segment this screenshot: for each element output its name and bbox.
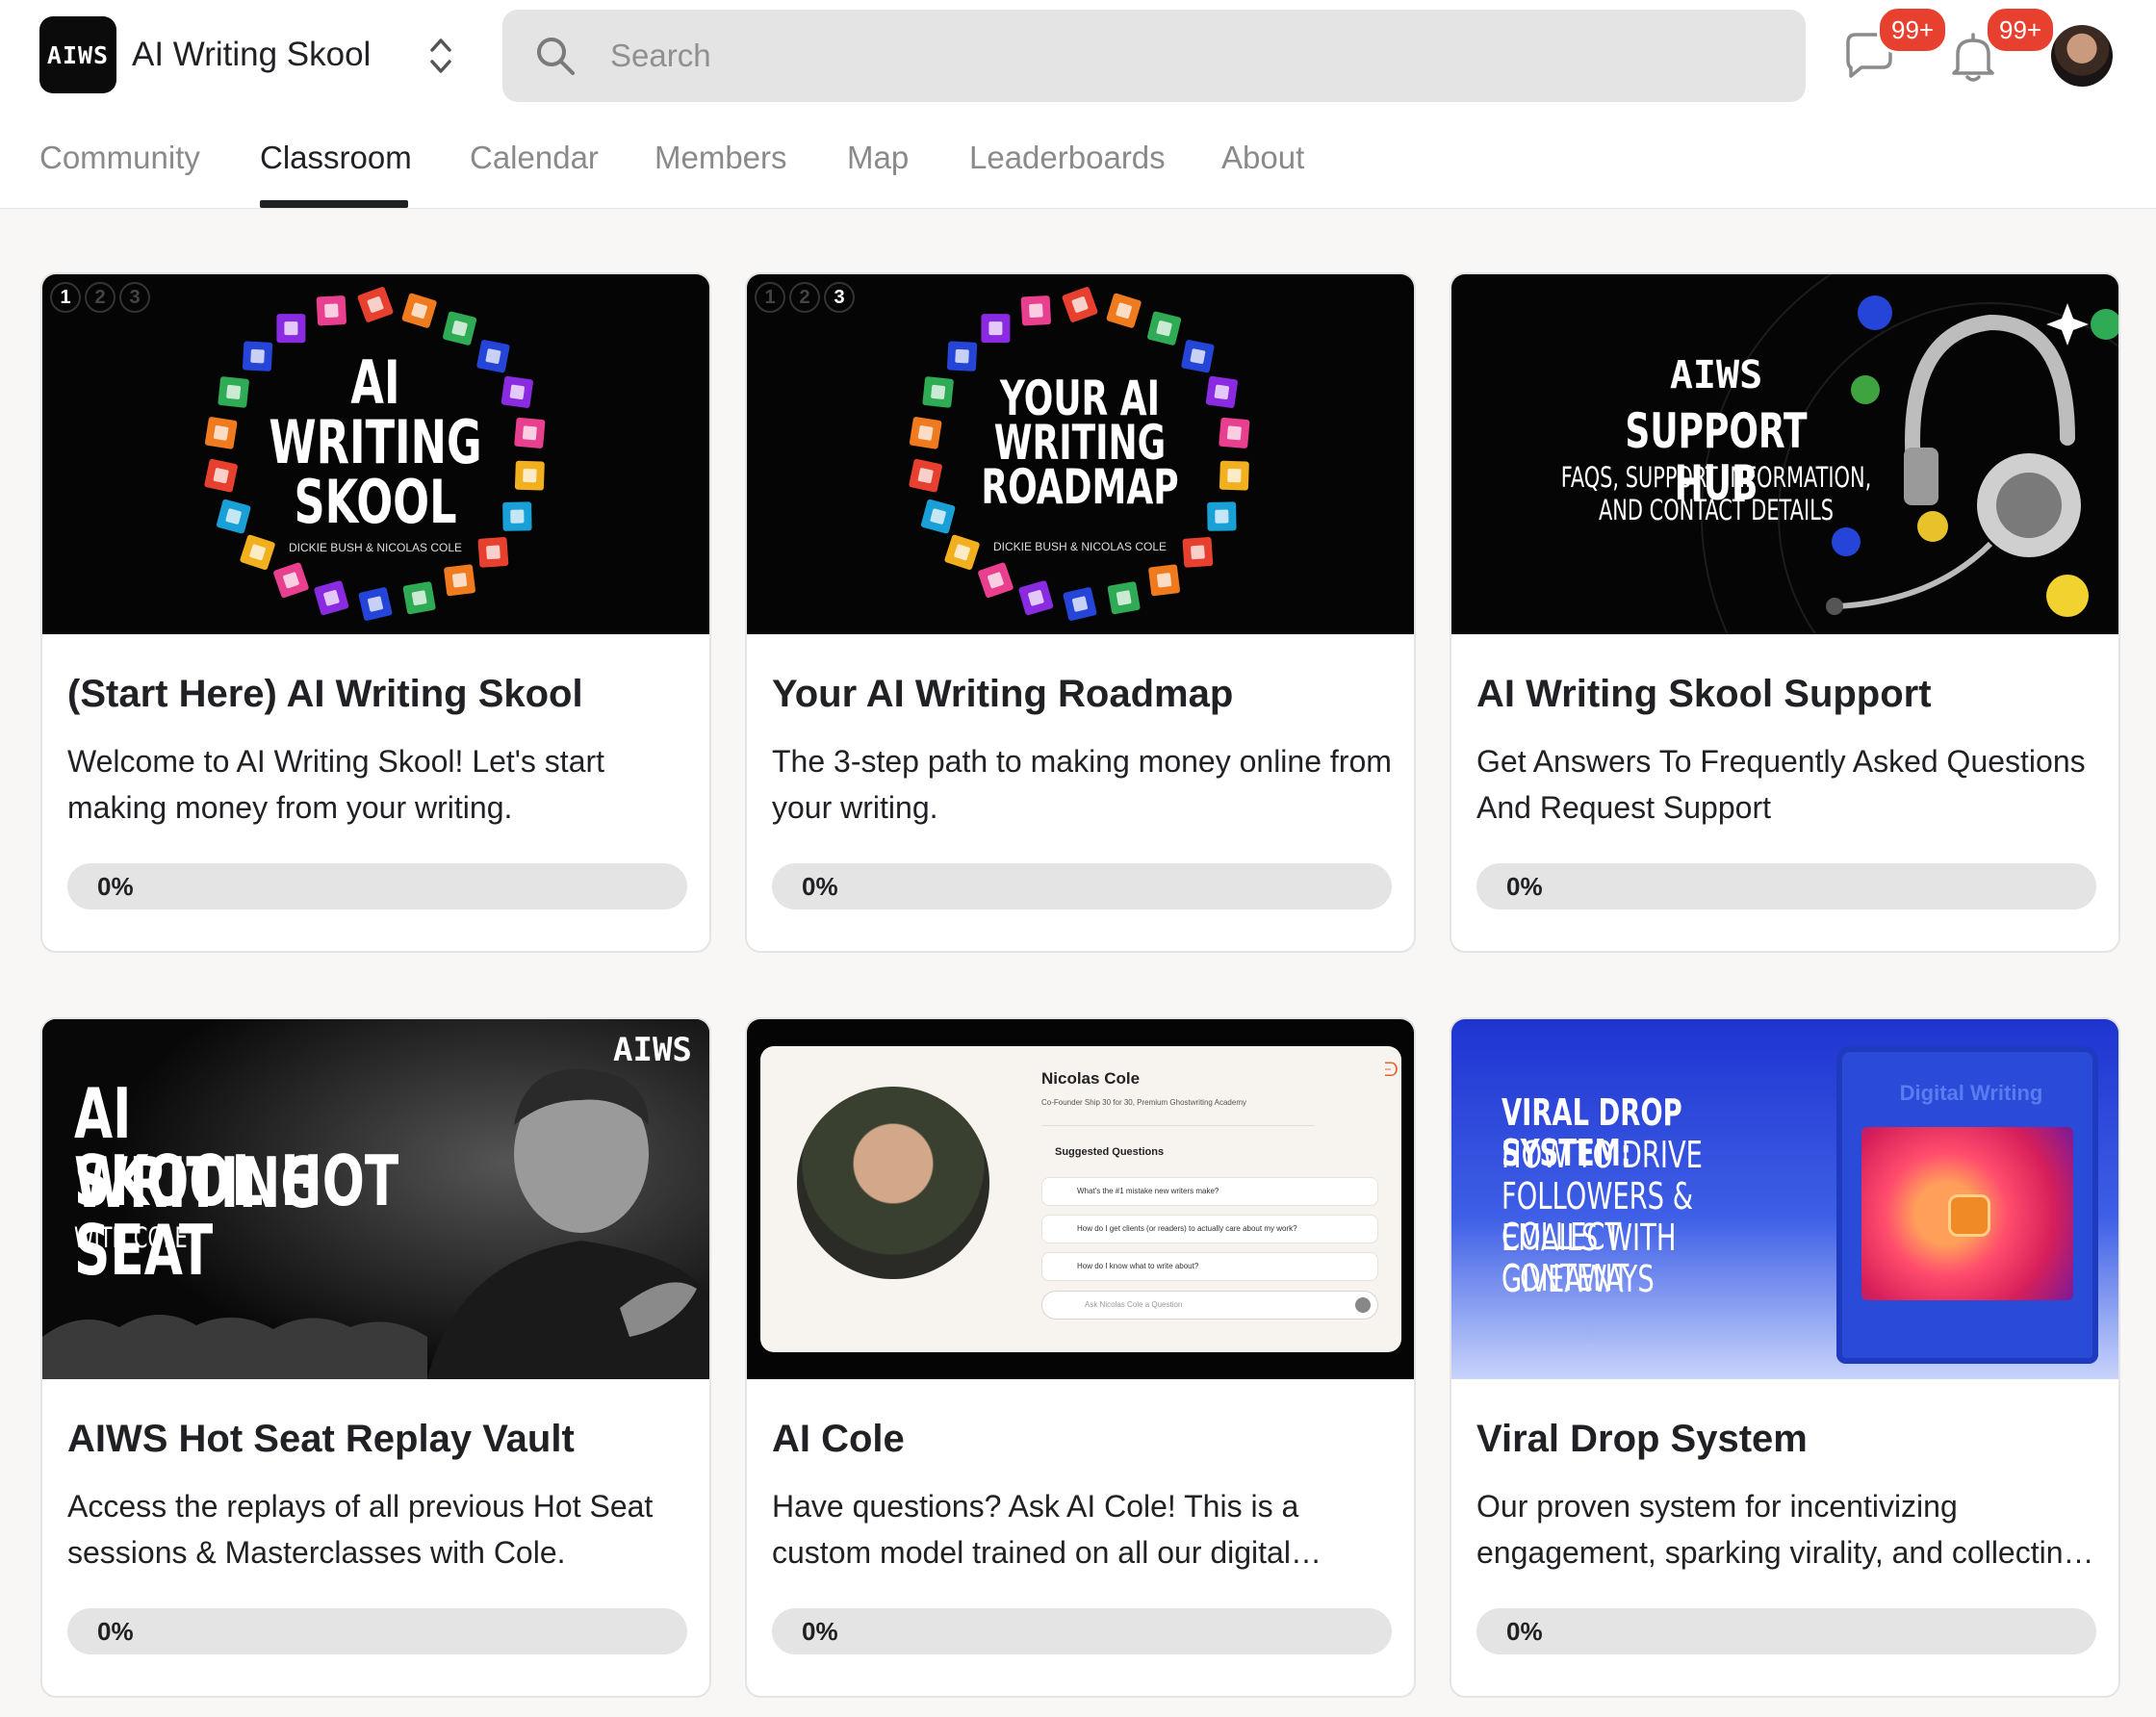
course-thumbnail: AIWS SUPPORT HUB FAQS, SUPPORT INFORMATI… [1451,274,2118,634]
ring-tile [1063,587,1097,621]
course-title: AIWS Hot Seat Replay Vault [67,1418,575,1460]
ring-tile [1147,311,1182,346]
search-input[interactable] [610,31,1746,81]
ring-tile [1219,417,1250,448]
course-thumbnail: Digital Writing VIRAL DROP SYSTEM: HOW T… [1451,1019,2118,1379]
tab-community[interactable]: Community [39,137,200,179]
ring-tile [357,287,394,322]
ring-tile [242,341,273,372]
progress-bar: 0% [1476,863,2096,910]
ring-tile [500,375,533,408]
ring-tile [358,587,393,621]
ring-tile [276,314,306,344]
course-description: Have questions? Ask AI Cole! This is a c… [772,1489,1322,1570]
course-description: Get Answers To Frequently Asked Question… [1476,744,2086,825]
gem-icon [1948,1194,1990,1237]
course-card[interactable]: 123 YOUR AI WRITING ROADMAP DICKIE BUSH … [745,272,1416,953]
progress-bar: 0% [67,1608,687,1654]
progress-bar: 0% [1476,1608,2096,1654]
ring-tile [444,564,475,597]
ring-tile [1107,581,1141,615]
ring-tile [514,460,545,491]
ring-tile [316,295,346,326]
ring-tile [314,580,349,616]
tab-classroom[interactable]: Classroom [260,137,412,179]
course-card[interactable]: 123 AI WRITING SKOOL DICKIE BUSH & NICOL… [40,272,711,953]
course-thumbnail: AIWS AI WRITING SKOOL HOT SEAT WITH COLE [42,1019,709,1379]
course-thumbnail: ᕭ Nicolas Cole Co-Founder Ship 30 for 30… [747,1019,1414,1379]
ring-tile [1062,287,1098,322]
ring-tile [443,311,477,346]
ring-tile [402,581,436,615]
ring-tile [514,417,546,448]
ring-tile [1018,580,1054,616]
course-card[interactable]: AIWS AI WRITING SKOOL HOT SEAT WITH COLE… [40,1017,711,1698]
user-avatar[interactable] [2051,25,2113,87]
ring-tile [1148,564,1180,597]
cartridge-graphic: Digital Writing [1836,1046,2098,1364]
course-card[interactable]: ᕭ Nicolas Cole Co-Founder Ship 30 for 30… [745,1017,1416,1698]
course-title: Viral Drop System [1476,1418,1808,1460]
ring-tile [978,562,1014,599]
course-thumbnail: 123 YOUR AI WRITING ROADMAP DICKIE BUSH … [747,274,1414,634]
tab-leaderboards[interactable]: Leaderboards [969,137,1166,179]
tab-members[interactable]: Members [654,137,787,179]
search-icon [537,38,575,75]
course-thumbnail: 123 AI WRITING SKOOL DICKIE BUSH & NICOL… [42,274,709,634]
course-title: AI Cole [772,1418,905,1460]
tab-map[interactable]: Map [847,137,909,179]
ring-tile [204,417,238,449]
course-description: The 3-step path to making money online f… [772,744,1392,825]
progress-bar: 0% [772,863,1392,910]
course-card[interactable]: AIWS SUPPORT HUB FAQS, SUPPORT INFORMATI… [1450,272,2120,953]
ai-cole-preview: ᕭ Nicolas Cole Co-Founder Ship 30 for 30… [760,1046,1401,1352]
top-header: AIWS AI Writing Skool 99+ 99+ Community … [0,0,2156,209]
brand-mark-icon: ᕭ [1384,1060,1399,1081]
ring-tile [1106,293,1142,328]
ring-tile [1219,460,1249,491]
course-title: AI Writing Skool Support [1476,673,1932,715]
course-card[interactable]: Digital Writing VIRAL DROP SYSTEM: HOW T… [1450,1017,2120,1698]
progress-bar: 0% [772,1608,1392,1654]
ring-tile [1020,295,1051,326]
course-description: Welcome to AI Writing Skool! Let's start… [67,744,605,825]
progress-bar: 0% [67,863,687,910]
active-tab-indicator [260,200,408,208]
course-description: Access the replays of all previous Hot S… [67,1489,654,1570]
group-logo[interactable]: AIWS [39,16,116,93]
ring-tile [476,340,510,373]
course-title: (Start Here) AI Writing Skool [67,673,583,715]
ring-tile [273,562,309,599]
group-switcher-icon[interactable] [421,32,461,80]
ring-tile [946,341,978,372]
group-name[interactable]: AI Writing Skool [132,32,371,78]
ring-tile [401,293,437,328]
notification-count-badge: 99+ [1985,6,2057,54]
cole-portrait [797,1087,989,1279]
search-bar[interactable] [502,10,1806,102]
ring-tile [909,417,942,449]
ring-tile [1181,340,1215,373]
tab-calendar[interactable]: Calendar [470,137,599,179]
course-description: Our proven system for incentivizing enga… [1476,1489,2094,1570]
tab-about[interactable]: About [1221,137,1304,179]
course-title: Your AI Writing Roadmap [772,673,1234,715]
ring-tile [204,458,238,493]
ring-tile [981,314,1011,344]
chat-count-badge: 99+ [1877,6,1949,54]
ring-tile [218,376,249,408]
ring-tile [909,458,942,493]
